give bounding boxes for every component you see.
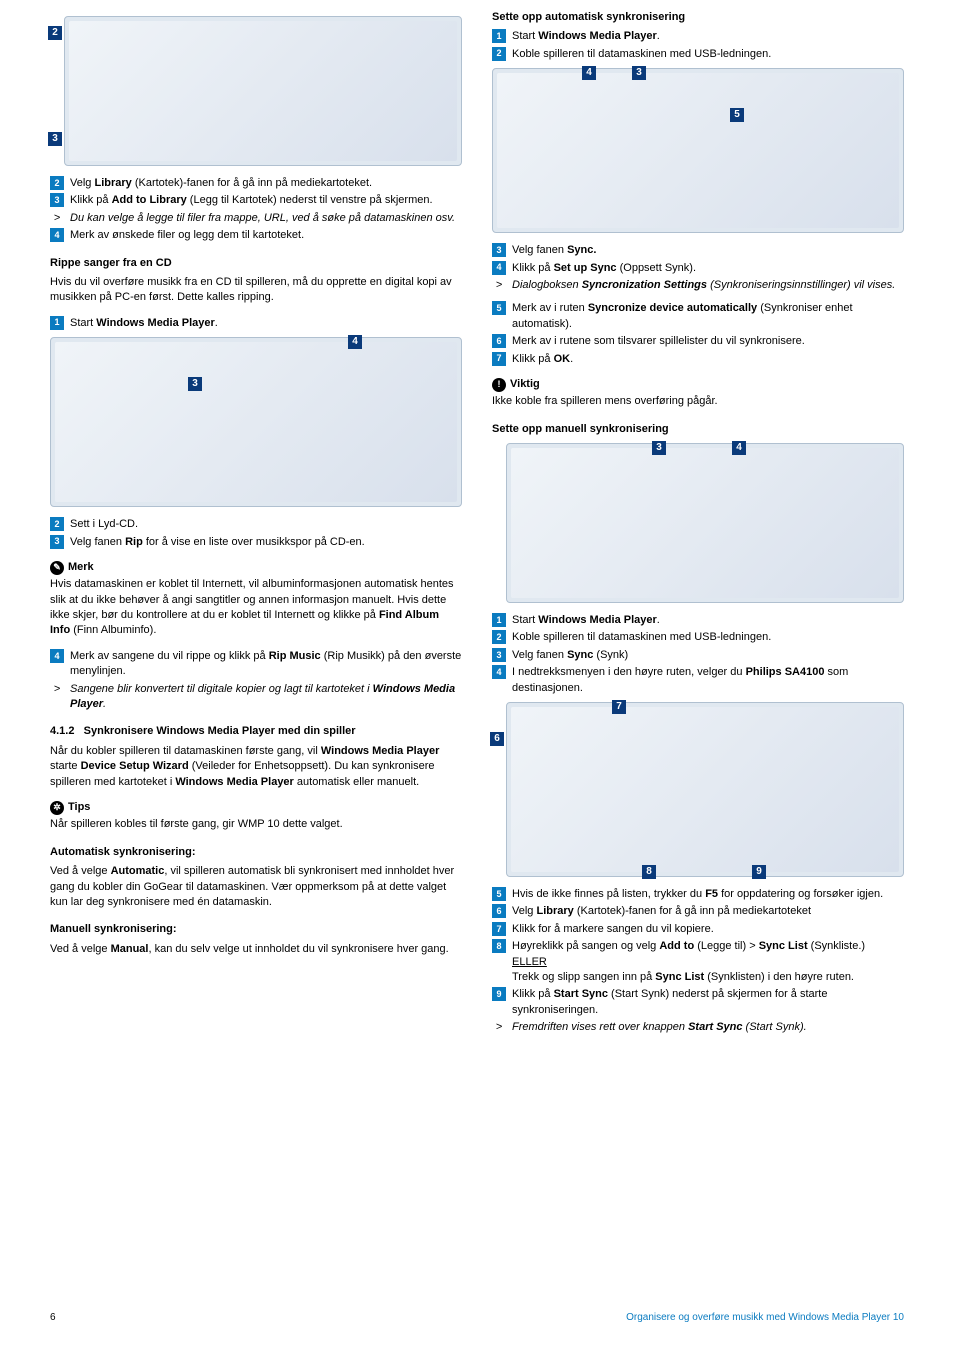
sa-step-2: 2 Koble spilleren til datamaskinen med U… [492,47,904,62]
footer-section: Organisere og overføre musikk med Window… [626,1311,904,1325]
tips-heading: ✲ Tips [50,800,462,815]
sm-step-6: 6 Velg Library (Kartotek)-fanen for å gå… [492,904,904,919]
important-heading: ! Viktig [492,377,904,392]
screenshot-sync-list: 6 7 8 9 [492,702,904,877]
note-icon: ✎ [50,561,64,575]
sm-step-2: 2 Koble spilleren til datamaskinen med U… [492,630,904,645]
sm-step-7: 7 Klikk for å markere sangen du vil kopi… [492,922,904,937]
sa-step-5: 5 Merk av i ruten Syncronize device auto… [492,301,904,332]
sm-progress-note: > Fremdriften vises rett over knappen St… [492,1020,904,1035]
step-3: 3 Klikk på Add to Library (Legg til Kart… [50,193,462,208]
tips-body: Når spilleren kobles til første gang, gi… [50,817,462,832]
sa-step-3: 3 Velg fanen Sync. [492,243,904,258]
marker-2: 2 [50,176,64,190]
sm-step-4: 4 I nedtrekksmenyen i den høyre ruten, v… [492,665,904,696]
marker-1: 1 [50,316,64,330]
sm-step-1: 1 Start Windows Media Player. [492,613,904,628]
screenshot-manual-sync: 3 4 [492,443,904,603]
warning-icon: ! [492,378,506,392]
sa-step-7: 7 Klikk på OK. [492,352,904,367]
sync-intro: Når du kobler spilleren til datamaskinen… [50,744,462,790]
rip-intro: Hvis du vil overføre musikk fra en CD ti… [50,275,462,306]
rip-step-3: 3 Velg fanen Rip for å vise en liste ove… [50,535,462,550]
tip-line: > Du kan velge å legge til filer fra map… [50,211,462,226]
step-2: 2 Velg Library (Kartotek)-fanen for å gå… [50,176,462,191]
left-column: 2 3 2 Velg Library (Kartotek)-fanen for … [50,10,462,1038]
marker-3: 3 [50,193,64,207]
tips-icon: ✲ [50,801,64,815]
screenshot-rip: 3 4 [50,337,462,507]
step-4: 4 Merk av ønskede filer og legg dem til … [50,228,462,243]
sm-step-8: 8 Høyreklikk på sangen og velg Add to (L… [492,939,904,985]
page-footer: 6 Organisere og overføre musikk med Wind… [50,1311,904,1325]
setup-auto-heading: Sette opp automatisk synkronisering [492,10,904,25]
auto-body: Ved å velge Automatic, vil spilleren aut… [50,864,462,910]
sa-dialog-note: > Dialogboksen Syncronization Settings (… [492,278,904,293]
sm-step-3: 3 Velg fanen Sync (Synk) [492,648,904,663]
auto-title: Automatisk synkronisering: [50,845,462,860]
rip-note: > Sangene blir konvertert til digitale k… [50,682,462,713]
section-412: 4.1.2 Synkronisere Windows Media Player … [50,724,462,739]
rip-step-1: 1 Start Windows Media Player. [50,316,462,331]
right-column: Sette opp automatisk synkronisering 1 St… [492,10,904,1038]
screenshot-library: 2 3 [50,16,462,166]
merk-heading: ✎ Merk [50,560,462,575]
important-body: Ikke koble fra spilleren mens overføring… [492,394,904,409]
sm-step-5: 5 Hvis de ikke finnes på listen, trykker… [492,887,904,902]
sa-step-6: 6 Merk av i rutene som tilsvarer spillel… [492,334,904,349]
man-title: Manuell synkronisering: [50,922,462,937]
setup-man-heading: Sette opp manuell synkronisering [492,422,904,437]
rip-step-2: 2 Sett i Lyd-CD. [50,517,462,532]
page-number: 6 [50,1311,56,1325]
sa-step-1: 1 Start Windows Media Player. [492,29,904,44]
man-body: Ved å velge Manual, kan du selv velge ut… [50,942,462,957]
sm-step-9: 9 Klikk på Start Sync (Start Synk) neder… [492,987,904,1018]
marker-4: 4 [50,228,64,242]
screenshot-sync-settings: 4 3 5 [492,68,904,233]
merk-body: Hvis datamaskinen er koblet til Internet… [50,577,462,639]
sa-step-4: 4 Klikk på Set up Sync (Oppsett Synk). [492,261,904,276]
rip-heading: Rippe sanger fra en CD [50,256,462,271]
rip-step-4: 4 Merk av sangene du vil rippe og klikk … [50,649,462,680]
